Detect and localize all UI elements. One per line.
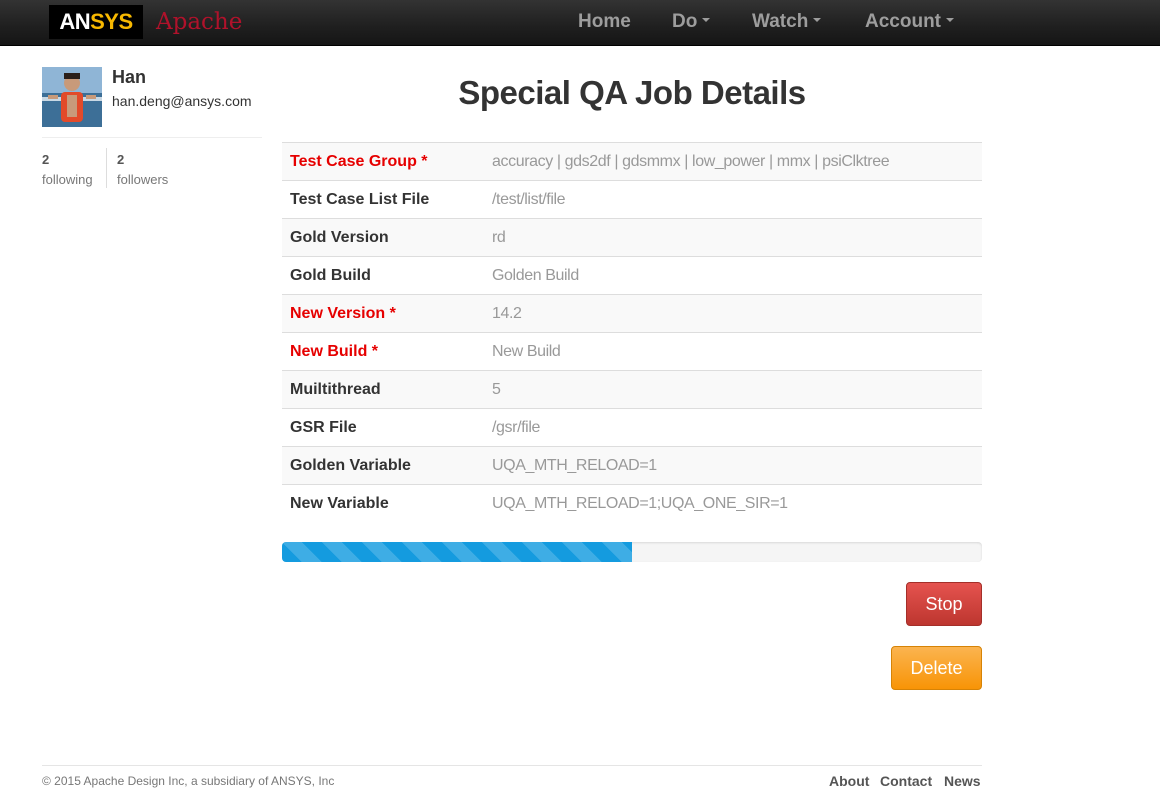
table-row: New Variable UQA_MTH_RELOAD=1;UQA_ONE_SIR… [282, 484, 982, 523]
field-label: New Variable [282, 484, 484, 523]
field-label: New Version * [282, 294, 484, 333]
progress-fill [282, 542, 632, 562]
field-label: Gold Version [282, 218, 484, 257]
field-value: /gsr/file [484, 408, 982, 447]
field-value: Golden Build [484, 256, 982, 295]
followers-stat[interactable]: 2 followers [117, 150, 168, 190]
brand-name[interactable]: Apache [156, 9, 242, 35]
divider [106, 148, 107, 188]
field-label: Test Case Group * [282, 142, 484, 181]
footer-link-news[interactable]: News [944, 773, 981, 789]
table-row: Test Case Group * accuracy | gds2df | gds… [282, 142, 982, 181]
followers-count: 2 [117, 152, 125, 167]
field-value: UQA_MTH_RELOAD=1;UQA_ONE_SIR=1 [484, 484, 982, 523]
field-label: New Build * [282, 332, 484, 371]
field-label: Gold Build [282, 256, 484, 295]
stop-button[interactable]: Stop [906, 582, 982, 626]
field-value: accuracy | gds2df | gdsmmx | low_power |… [484, 142, 982, 181]
user-name[interactable]: Han [112, 67, 146, 88]
following-count: 2 [42, 152, 50, 167]
table-row: Golden Variable UQA_MTH_RELOAD=1 [282, 446, 982, 485]
following-stat[interactable]: 2 following [42, 150, 93, 190]
nav-watch[interactable]: Watch [752, 11, 822, 33]
field-label: Muiltithread [282, 370, 484, 409]
nav-do[interactable]: Do [672, 11, 711, 33]
field-label: Test Case List File [282, 180, 484, 219]
user-email: han.deng@ansys.com [112, 93, 252, 109]
field-label: GSR File [282, 408, 484, 447]
copyright-text: © 2015 Apache Design Inc, a subsidiary o… [42, 774, 335, 788]
chevron-down-icon [702, 18, 711, 23]
table-row: Gold Version rd [282, 218, 982, 257]
field-value: 5 [484, 370, 982, 409]
job-details-table: Test Case Group * accuracy | gds2df | gds… [282, 142, 982, 523]
field-value: rd [484, 218, 982, 257]
table-row: New Version * 14.2 [282, 294, 982, 333]
nav-home[interactable]: Home [578, 11, 631, 33]
chevron-down-icon [946, 18, 954, 23]
footer-link-contact[interactable]: Contact [880, 773, 932, 789]
navbar: ANSYS Apache Home Do Watch Account [0, 0, 1160, 46]
table-row: New Build * New Build [282, 332, 982, 371]
ansys-logo[interactable]: ANSYS [49, 5, 143, 39]
job-progress-bar [282, 542, 982, 562]
footer-divider [42, 765, 982, 766]
avatar[interactable] [42, 67, 102, 127]
following-label: following [42, 172, 93, 187]
page-title: Special QA Job Details [458, 74, 806, 111]
field-value: /test/list/file [484, 180, 982, 219]
followers-label: followers [117, 172, 169, 187]
table-row: Test Case List File/test/list/file [282, 180, 982, 219]
field-value: New Build [484, 332, 982, 371]
field-value: UQA_MTH_RELOAD=1 [484, 446, 982, 485]
field-value: 14.2 [484, 294, 982, 333]
footer-link-about[interactable]: About [829, 773, 869, 789]
table-row: Gold Build Golden Build [282, 256, 982, 295]
field-label: Golden Variable [282, 446, 484, 485]
chevron-down-icon [813, 18, 822, 23]
nav-account[interactable]: Account [865, 11, 954, 33]
table-row: Muiltithread 5 [282, 370, 982, 409]
delete-button[interactable]: Delete [891, 646, 982, 690]
table-row: GSR File/gsr/file [282, 408, 982, 447]
divider [42, 137, 262, 138]
